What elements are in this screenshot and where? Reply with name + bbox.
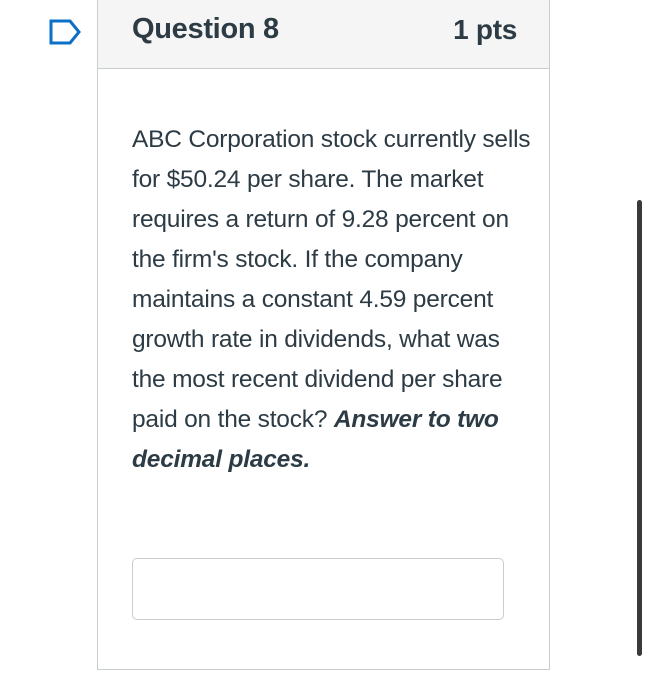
answer-input[interactable] [132, 558, 504, 620]
question-points: 1 pts [453, 14, 517, 45]
scrollbar[interactable] [637, 200, 642, 656]
question-body-text: ABC Corporation stock currently sells fo… [132, 126, 531, 433]
question-card: Question 8 1 pts ABC Corporation stock c… [97, 0, 550, 670]
quiz-page: Question 8 1 pts ABC Corporation stock c… [0, 0, 649, 700]
flag-question-icon[interactable] [48, 18, 82, 46]
question-header: Question 8 1 pts [98, 0, 549, 69]
question-text: ABC Corporation stock currently sells fo… [132, 120, 532, 480]
question-title: Question 8 [132, 13, 279, 45]
